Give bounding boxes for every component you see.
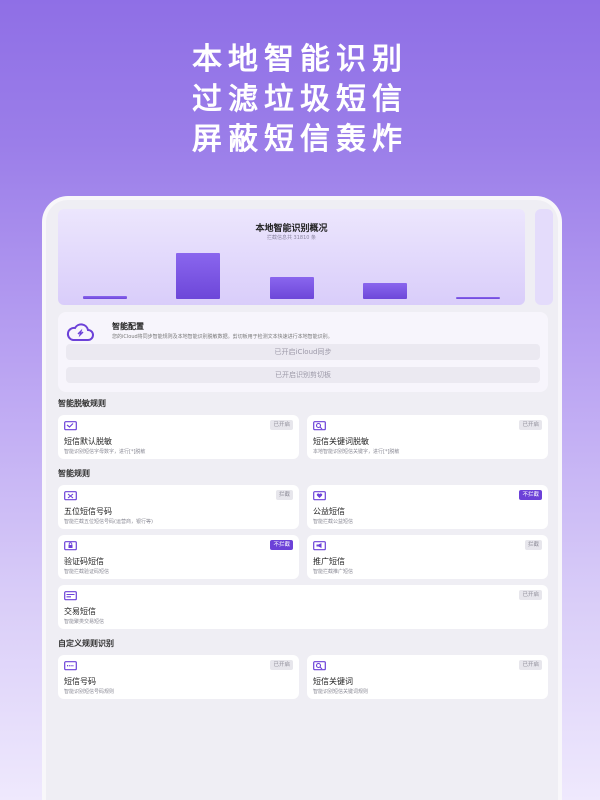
section-smart-title: 智能规则 — [58, 469, 90, 478]
chart-next-card[interactable] — [535, 209, 553, 305]
chart-bar — [176, 253, 220, 299]
rule-card-keyword-desensitize[interactable]: 短信关键词脱敏 本地智能识别短信关键字，进行[*]脱敏 已开启 — [307, 415, 548, 459]
message-card-icon — [64, 591, 77, 601]
rule-title: 交易短信 — [64, 607, 96, 616]
message-block-icon — [64, 491, 77, 501]
config-description: 您的iCloud将同步智能规则及本地智能识别脱敏数据。剪切板用于检测文本快速进行… — [112, 334, 333, 340]
message-number-icon — [64, 661, 77, 671]
status-badge[interactable]: 不拦截 — [270, 540, 293, 550]
rule-title: 短信号码 — [64, 677, 96, 686]
clipboard-detect-button[interactable]: 已开启识别剪切板 — [66, 367, 540, 383]
icloud-sync-button[interactable]: 已开启iCloud同步 — [66, 344, 540, 360]
chart-title: 本地智能识别概况 — [255, 224, 328, 234]
overview-chart-card: 本地智能识别概况 拦截信息共 31810 条 — [58, 209, 525, 305]
chart-bar — [363, 283, 407, 299]
rule-description: 智能拦截推广短信 — [313, 569, 354, 575]
status-badge[interactable]: 已开启 — [519, 660, 542, 670]
rule-title: 公益短信 — [313, 507, 345, 516]
status-badge[interactable]: 已开启 — [519, 590, 542, 600]
status-badge[interactable]: 已开启 — [519, 420, 542, 430]
device-frame: 本地智能识别概况 拦截信息共 31810 条 智能配置 您的iCloud将同步智… — [42, 196, 562, 800]
rule-description: 智能识别短信关键词规则 — [313, 689, 369, 695]
chart-bar — [270, 277, 314, 299]
rule-title: 验证码短信 — [64, 557, 104, 566]
rule-description: 智能聚类交易短信 — [64, 619, 105, 625]
rule-card-transaction[interactable]: 交易短信 智能聚类交易短信 已开启 — [58, 585, 548, 629]
rule-card-five-digit[interactable]: 五位短信号码 智能拦截五位短信号码(运营商，银行等) 拦截 — [58, 485, 299, 529]
rule-description: 智能拦截验证码短信 — [64, 569, 110, 575]
config-title: 智能配置 — [112, 322, 144, 331]
message-megaphone-icon — [313, 541, 326, 551]
rule-description: 本地智能识别短信关键字，进行[*]脱敏 — [313, 449, 400, 455]
status-badge[interactable]: 不拦截 — [519, 490, 542, 500]
chart-bar — [83, 296, 127, 299]
rule-card-default-desensitize[interactable]: 短信默认脱敏 智能识别短信字母数字，进行[*]脱敏 已开启 — [58, 415, 299, 459]
message-keyword-icon — [313, 661, 326, 671]
rule-title: 短信关键词脱敏 — [313, 437, 369, 446]
rule-title: 推广短信 — [313, 557, 345, 566]
rule-card-public-welfare[interactable]: 公益短信 智能拦截公益短信 不拦截 — [307, 485, 548, 529]
message-search-icon — [313, 421, 326, 431]
message-lock-icon — [64, 541, 77, 551]
section-custom-title: 自定义规则识别 — [58, 639, 114, 648]
status-badge[interactable]: 拦截 — [524, 540, 542, 550]
headline-line-1: 本地智能识别 — [192, 42, 408, 77]
message-shield-icon — [64, 421, 77, 431]
chart-bar — [456, 297, 500, 299]
rule-card-promotion[interactable]: 推广短信 智能拦截推广短信 拦截 — [307, 535, 548, 579]
promo-headline: 本地智能识别 过滤垃圾短信 屏蔽短信轰炸 — [0, 40, 600, 160]
headline-line-3: 屏蔽短信轰炸 — [192, 122, 408, 157]
rule-title: 短信关键词 — [313, 677, 353, 686]
chart-subtitle: 拦截信息共 31810 条 — [266, 235, 317, 241]
section-desensitize-title: 智能脱敏规则 — [58, 399, 106, 408]
headline-line-2: 过滤垃圾短信 — [192, 82, 408, 117]
rule-description: 智能识别短信字母数字，进行[*]脱敏 — [64, 449, 146, 455]
rule-card-sms-keyword[interactable]: 短信关键词 智能识别短信关键词规则 已开启 — [307, 655, 548, 699]
status-badge[interactable]: 已开启 — [270, 660, 293, 670]
smart-config-card: 智能配置 您的iCloud将同步智能规则及本地智能识别脱敏数据。剪切板用于检测文… — [58, 312, 548, 392]
message-heart-icon — [313, 491, 326, 501]
rule-description: 智能拦截五位短信号码(运营商，银行等) — [64, 519, 153, 525]
rule-card-sms-number[interactable]: 短信号码 智能识别短信号码规则 已开启 — [58, 655, 299, 699]
rule-description: 智能拦截公益短信 — [313, 519, 354, 525]
rule-description: 智能识别短信号码规则 — [64, 689, 115, 695]
rule-title: 五位短信号码 — [64, 507, 112, 516]
rule-card-verification[interactable]: 验证码短信 智能拦截验证码短信 不拦截 — [58, 535, 299, 579]
rule-title: 短信默认脱敏 — [64, 437, 112, 446]
status-badge[interactable]: 拦截 — [275, 490, 293, 500]
cloud-sync-icon — [66, 323, 94, 341]
status-badge[interactable]: 已开启 — [270, 420, 293, 430]
